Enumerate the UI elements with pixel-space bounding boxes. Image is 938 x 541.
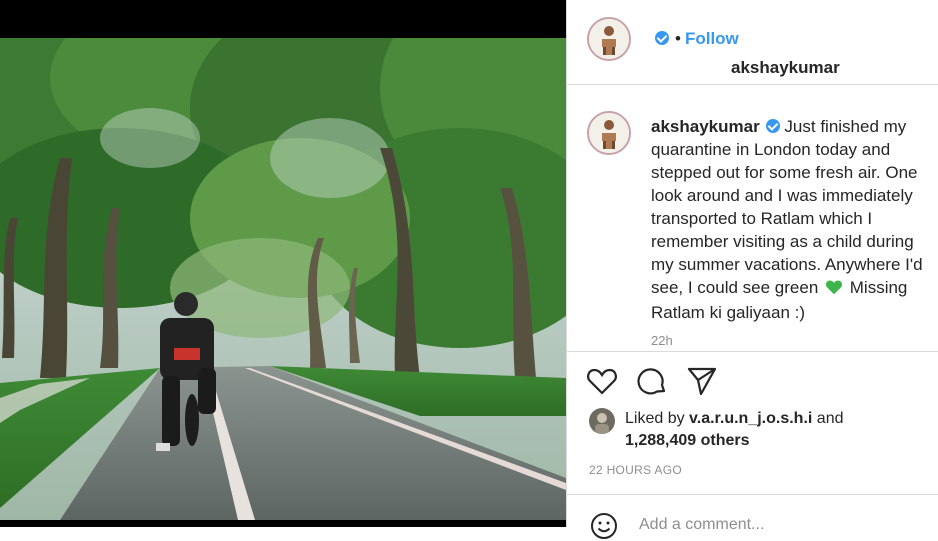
liked-by-prefix: Liked by: [625, 410, 685, 427]
caption-username[interactable]: akshaykumar: [651, 117, 760, 136]
green-heart-icon: [825, 278, 843, 301]
follow-button[interactable]: Follow: [685, 29, 739, 48]
likes-count[interactable]: 1,288,409 others: [625, 432, 750, 449]
likes-count-line: 1,288,409 others: [625, 432, 750, 450]
follow-separator: •: [675, 29, 681, 48]
person-silhouette-icon: [589, 19, 629, 59]
post-photo-pane: [0, 0, 566, 527]
comment-bubble-icon[interactable]: [635, 364, 669, 398]
caption-text: Just finished my quarantine in London to…: [651, 117, 923, 297]
caption-avatar[interactable]: [587, 111, 631, 155]
heart-outline-icon[interactable]: [585, 364, 619, 398]
header-user-line: akshaykumar • Follow: [649, 29, 840, 77]
post-caption: akshaykumar Just finished my quarantine …: [651, 115, 931, 324]
smiley-icon[interactable]: [589, 511, 619, 541]
caption-timestamp: 22h: [651, 333, 673, 348]
post-side-panel: akshaykumar • Follow akshaykumar Just fini…: [566, 0, 938, 539]
comment-input[interactable]: [637, 515, 881, 535]
profile-avatar[interactable]: [587, 17, 631, 61]
liker-avatar[interactable]: [589, 408, 615, 434]
header-username[interactable]: akshaykumar: [731, 58, 840, 78]
comment-bar: [567, 494, 938, 539]
post-photo[interactable]: [0, 38, 566, 520]
liked-by-line: Liked by v.a.r.u.n_j.o.s.h.i and: [625, 410, 844, 428]
caption-section: akshaykumar Just finished my quarantine …: [567, 85, 938, 352]
person-silhouette-icon: [589, 113, 629, 153]
verified-badge-icon: [655, 31, 669, 45]
liked-by-user[interactable]: v.a.r.u.n_j.o.s.h.i: [689, 410, 812, 427]
verified-badge-icon: [765, 119, 780, 133]
posted-time: 22 HOURS AGO: [589, 463, 682, 477]
post-header: akshaykumar • Follow: [567, 0, 938, 85]
liked-by-and: and: [816, 410, 844, 427]
paper-plane-icon[interactable]: [685, 364, 719, 398]
